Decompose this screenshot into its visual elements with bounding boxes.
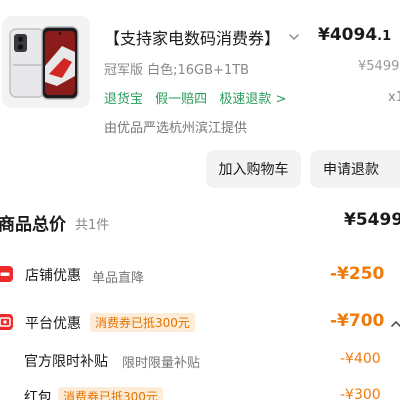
item-count: 共1件	[75, 218, 110, 233]
official-subsidy-title: 官方限时补贴	[24, 354, 108, 370]
platform-discount-amount: -¥700	[330, 311, 385, 331]
chevron-up-icon[interactable]	[390, 318, 400, 330]
shop-icon	[0, 266, 13, 282]
service-fast-refund: 极速退款 >	[219, 92, 287, 107]
add-to-cart-button[interactable]: 加入购物车	[206, 150, 301, 188]
product-price: ¥4094.1	[318, 25, 391, 45]
chevron-down-icon[interactable]	[287, 30, 301, 44]
ticket-icon	[0, 314, 13, 330]
original-price: ¥5499	[358, 59, 400, 74]
product-thumbnail[interactable]	[2, 16, 90, 108]
official-subsidy-desc: 限时限量补贴	[122, 356, 201, 371]
red-packet-coupon-tag: 消费券已抵300元	[58, 387, 163, 400]
red-packet-amount: -¥300	[340, 387, 381, 400]
service-guarantees[interactable]: 退货宝 假一赔四 极速退款 >	[104, 88, 294, 107]
platform-coupon-tag: 消费券已抵300元	[90, 313, 195, 332]
subtotal-label: 商品总价	[0, 215, 66, 235]
price-decimal: .1	[377, 29, 392, 44]
subtotal-price: ¥5499	[344, 210, 400, 230]
service-return-insurance: 退货宝	[104, 92, 144, 107]
product-quantity: x1	[388, 90, 400, 105]
product-title[interactable]: 【支持家电数码消费券】	[104, 25, 280, 49]
official-subsidy-amount: -¥400	[340, 351, 381, 367]
phone-product-image	[2, 16, 90, 108]
apply-refund-button[interactable]: 申请退款	[310, 150, 400, 188]
seller-info: 由优品严选杭州滨江提供	[104, 121, 248, 136]
shop-discount-title: 店铺优惠	[25, 268, 81, 284]
price-integer: ¥4094	[318, 25, 378, 45]
red-packet-title: 红包	[24, 390, 52, 400]
shop-discount-desc: 单品直降	[92, 271, 145, 286]
platform-discount-title: 平台优惠	[25, 316, 81, 332]
service-fake-compensation: 假一赔四	[155, 92, 208, 107]
product-spec: 冠军版 白色;16GB+1TB	[104, 63, 250, 78]
shop-discount-amount: -¥250	[330, 264, 385, 284]
